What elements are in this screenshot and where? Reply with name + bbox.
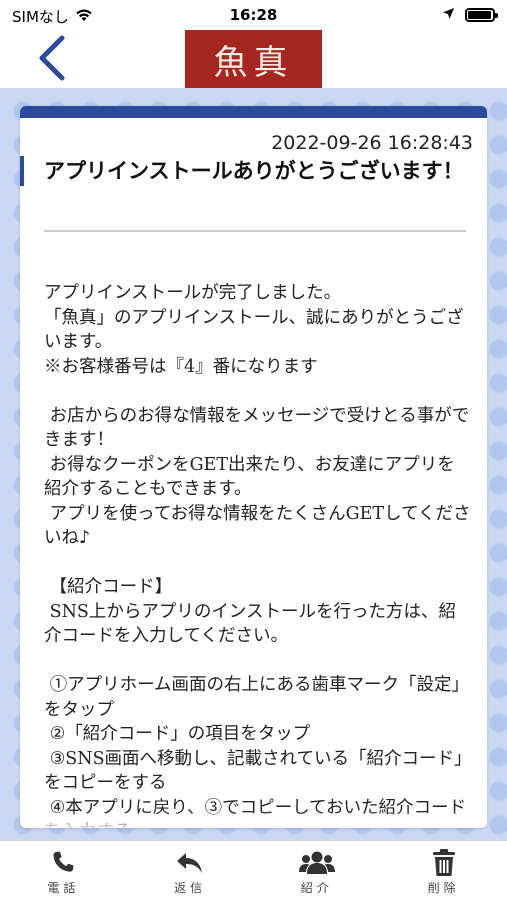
tab-phone[interactable]: 電話	[0, 841, 127, 900]
tab-delete[interactable]: 削除	[380, 841, 507, 900]
status-bar: SIMなし 16:28	[0, 0, 507, 30]
back-button[interactable]	[30, 32, 80, 84]
battery-icon	[465, 7, 498, 22]
message-body[interactable]: アプリインストールが完了しました。 「魚真」のアプリインストール、誠にありがとう…	[44, 232, 472, 828]
tab-bar: 電話 返信 紹介 削除	[0, 840, 507, 900]
content-area: 2022-09-26 16:28:43 アプリインストールありがとうございます！…	[0, 88, 507, 840]
brand-logo: 魚真	[185, 30, 322, 88]
message-card: 2022-09-26 16:28:43 アプリインストールありがとうございます！…	[20, 106, 487, 828]
tab-label: 返信	[174, 881, 207, 895]
reply-icon	[172, 849, 208, 877]
scroll-fade	[44, 810, 472, 828]
status-right	[442, 5, 498, 24]
tab-label: 削除	[427, 881, 460, 895]
tab-reply[interactable]: 返信	[127, 841, 254, 900]
tab-invite[interactable]: 紹介	[254, 841, 381, 900]
tab-label: 紹介	[300, 881, 333, 895]
users-icon	[298, 849, 335, 877]
message-title: アプリインストールありがとうございます！	[20, 156, 470, 186]
nav-bar: 魚真	[0, 30, 507, 88]
status-time: 16:28	[229, 6, 278, 24]
phone-icon	[45, 849, 81, 877]
tab-label: 電話	[47, 881, 80, 895]
message-date: 2022-09-26 16:28:43	[271, 132, 473, 154]
location-arrow-icon	[442, 5, 455, 24]
chevron-left-icon	[30, 35, 80, 88]
trash-icon	[426, 849, 462, 877]
message-body-text: アプリインストールが完了しました。 「魚真」のアプリインストール、誠にありがとう…	[44, 283, 472, 828]
